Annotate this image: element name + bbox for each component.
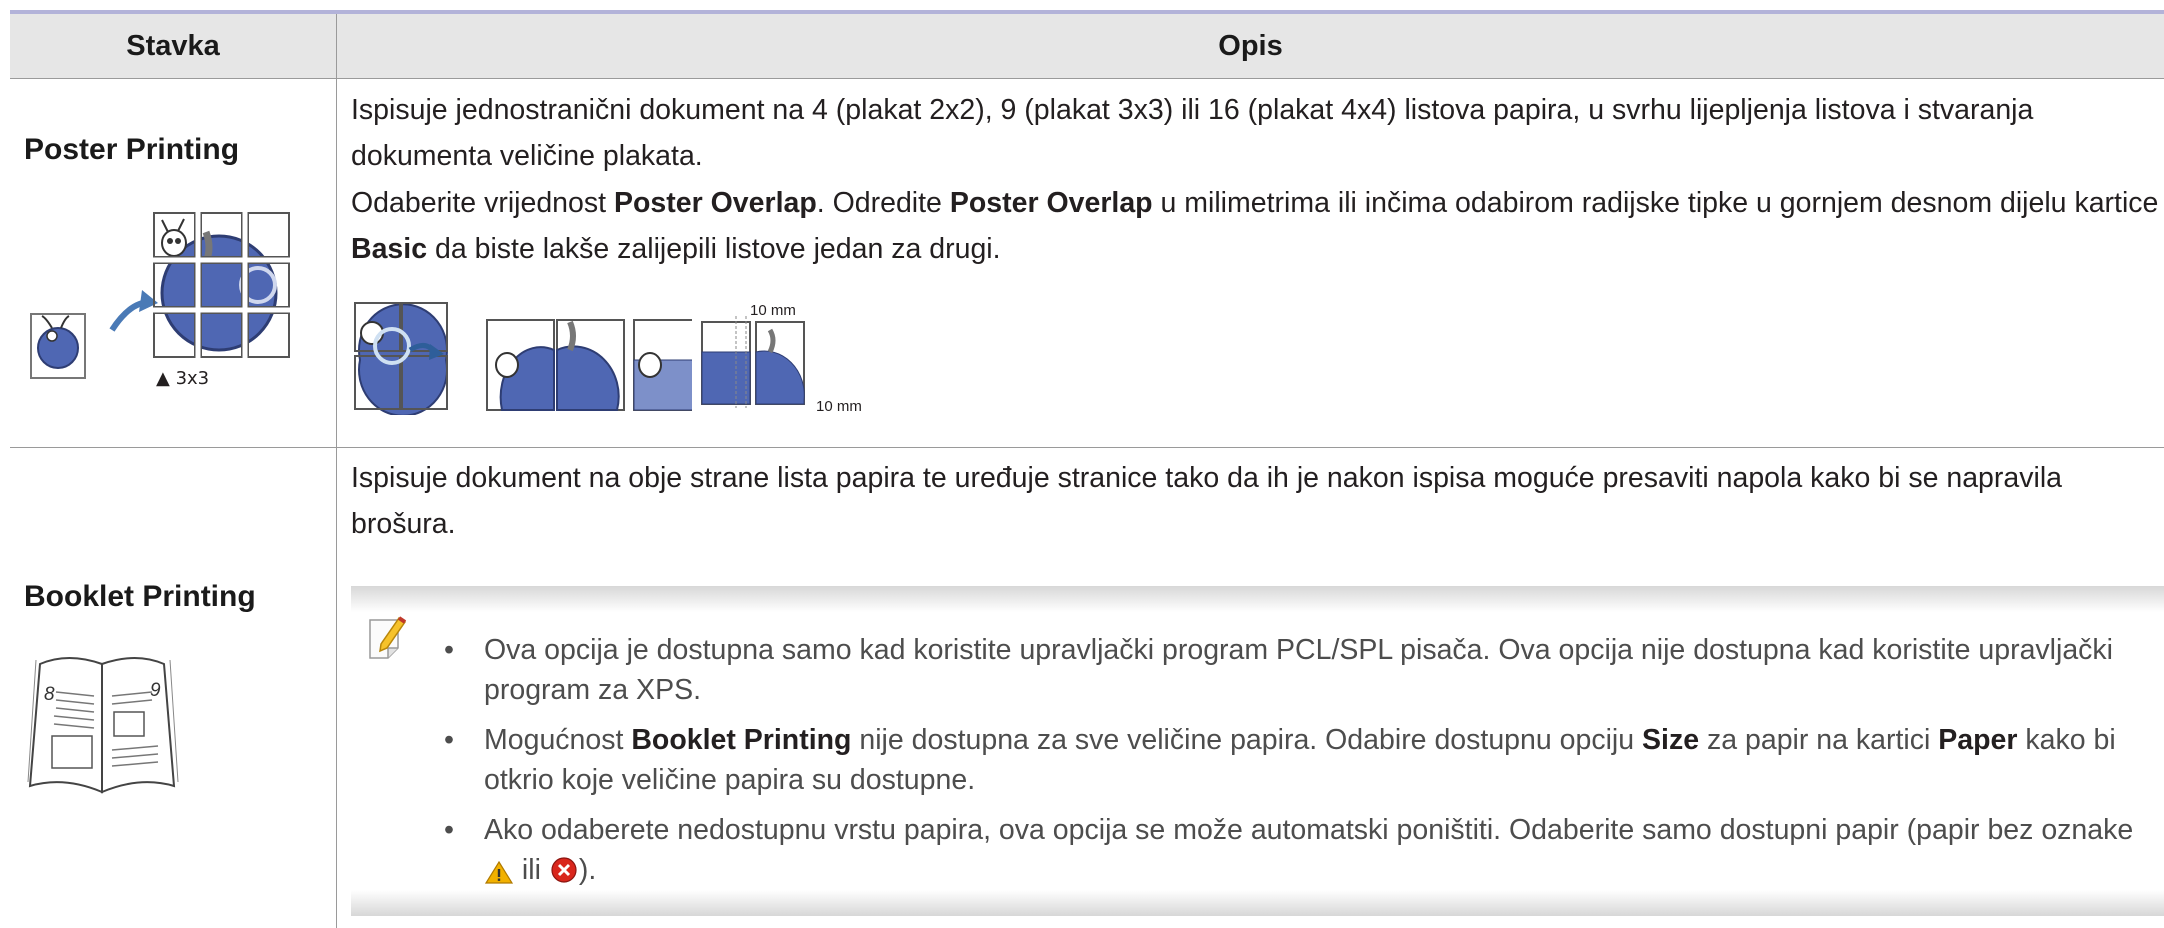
table-header: Stavka Opis xyxy=(10,14,2164,79)
poster-overlap-term: Poster Overlap xyxy=(949,187,1153,219)
poster-description-1: Ispisuje jednostranični dokument na 4 (p… xyxy=(351,94,2034,172)
poster-overlap-term: Poster Overlap xyxy=(613,187,817,219)
note-item: Mogućnost Booklet Printing nije dostupna… xyxy=(444,720,2144,800)
poster-size-label: ▲ 3x3 xyxy=(156,368,210,389)
booklet-illustration xyxy=(22,650,182,800)
poster-description-2: Odaberite vrijednost Poster Overlap. Odr… xyxy=(351,187,2159,265)
poster-printing-label: Poster Printing xyxy=(24,133,240,166)
overlap-top-label: 10 mm xyxy=(750,302,796,319)
document-page: Stavka Opis Poster Printing ▲ 3x3 Ispisu… xyxy=(0,0,2164,928)
booklet-page-left: 8 xyxy=(44,684,55,705)
header-description: Opis xyxy=(1218,30,1283,62)
booklet-description: Ispisuje dokument na obje strane lista p… xyxy=(351,462,2063,540)
error-circle-icon xyxy=(549,855,579,885)
note-box: Ova opcija je dostupna samo kad koristit… xyxy=(351,586,2164,916)
note-item: Ako odaberete nedostupnu vrstu papira, o… xyxy=(444,810,2144,890)
basic-tab-term: Basic xyxy=(351,233,428,265)
note-list: Ova opcija je dostupna samo kad koristit… xyxy=(444,630,2144,900)
note-top-shade xyxy=(351,586,2164,612)
overlap-right-label: 10 mm xyxy=(816,398,862,415)
booklet-printing-term: Booklet Printing xyxy=(631,724,852,756)
note-item: Ova opcija je dostupna samo kad koristit… xyxy=(444,630,2144,710)
header-item: Stavka xyxy=(126,30,220,62)
note-pencil-icon xyxy=(367,614,411,662)
row-divider xyxy=(10,447,2164,448)
booklet-printing-label: Booklet Printing xyxy=(24,580,256,613)
size-term: Size xyxy=(1642,724,1700,756)
booklet-page-right: 9 xyxy=(150,680,161,701)
warning-triangle-icon xyxy=(484,859,514,885)
paper-tab-term: Paper xyxy=(1938,724,2018,756)
poster-overlap-diagram xyxy=(352,300,692,415)
column-divider xyxy=(336,14,337,928)
